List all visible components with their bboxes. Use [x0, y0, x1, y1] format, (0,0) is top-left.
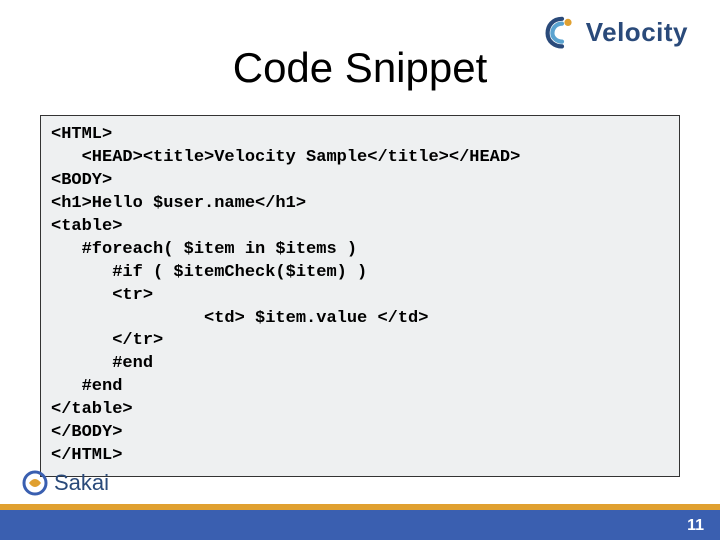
- sakai-logo: Sakai: [20, 468, 109, 498]
- slide: Velocity Code Snippet <HTML> <HEAD><titl…: [0, 0, 720, 540]
- code-snippet-box: <HTML> <HEAD><title>Velocity Sample</tit…: [40, 115, 680, 477]
- slide-title: Code Snippet: [0, 44, 720, 92]
- sakai-wordmark: Sakai: [54, 470, 109, 496]
- velocity-wordmark: Velocity: [586, 17, 688, 48]
- page-number: 11: [687, 517, 704, 535]
- sakai-mark-icon: [20, 468, 50, 498]
- footer-bar: 11: [0, 510, 720, 540]
